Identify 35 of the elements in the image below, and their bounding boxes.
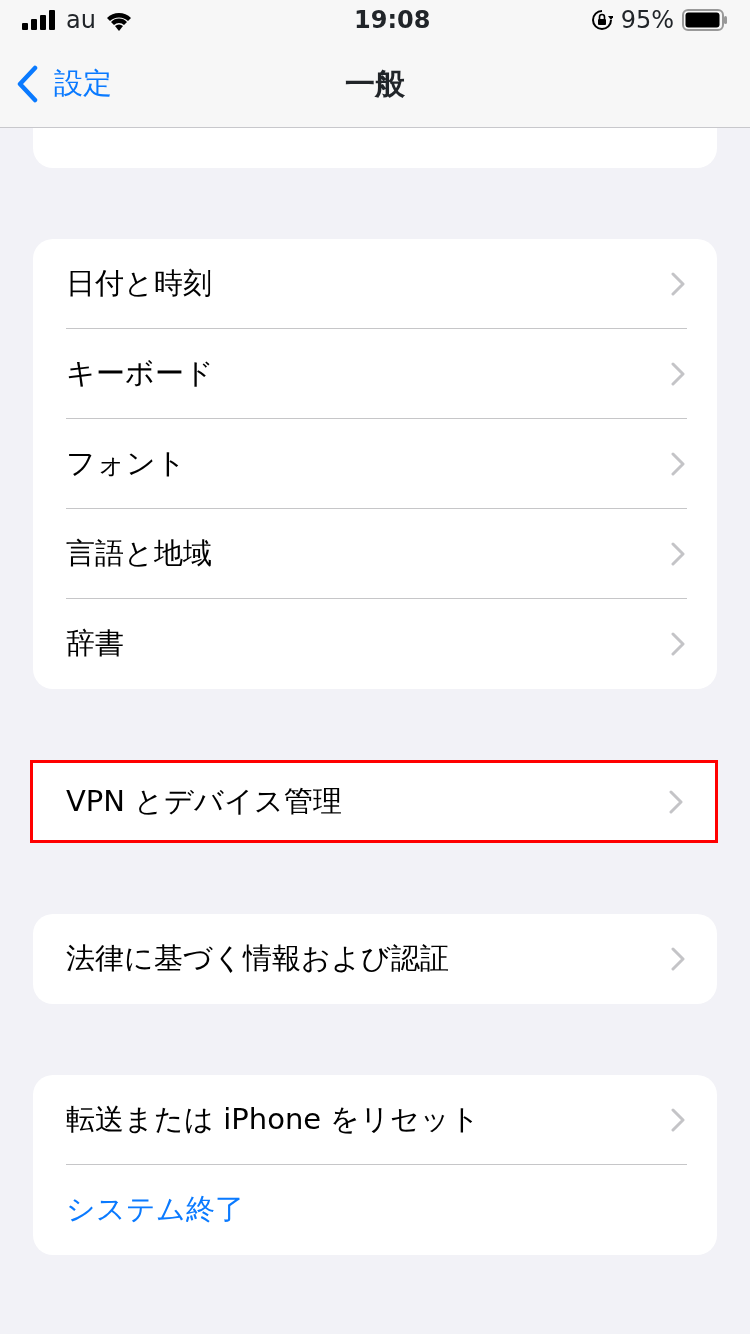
chevron-icon [671, 271, 685, 296]
signal-icon [22, 10, 58, 30]
settings-row[interactable]: 日付と時刻 [33, 239, 717, 329]
row-label: 言語と地域 [66, 534, 212, 572]
row-label: 辞書 [66, 625, 124, 663]
settings-row[interactable]: 法律に基づく情報および認証 [33, 914, 717, 1004]
row-label: 転送または iPhone をリセット [66, 1100, 481, 1138]
row-label: キーボード [66, 354, 214, 392]
carrier-name: au [66, 5, 96, 36]
chevron-icon [669, 789, 683, 814]
action-row[interactable]: システム終了 [33, 1165, 717, 1255]
settings-row[interactable]: 辞書 [33, 599, 717, 689]
status-time: 19:08 [354, 5, 431, 36]
rotation-lock-icon [590, 9, 613, 31]
settings-row[interactable]: 言語と地域 [33, 509, 717, 599]
back-chevron-icon [16, 64, 38, 103]
page-title: 一般 [345, 65, 405, 103]
chevron-icon [671, 451, 685, 476]
settings-row[interactable]: VPN とデバイス管理 [33, 763, 715, 840]
back-button[interactable]: 設定 [16, 61, 112, 106]
row-label: 法律に基づく情報および認証 [66, 940, 449, 978]
row-label: 日付と時刻 [66, 264, 212, 302]
chevron-icon [671, 361, 685, 386]
settings-row[interactable]: キーボード [33, 329, 717, 419]
row-label: フォント [66, 444, 186, 482]
battery-icon [682, 9, 728, 31]
row-label: VPN とデバイス管理 [66, 782, 343, 820]
chevron-icon [671, 1107, 685, 1132]
chevron-icon [671, 632, 685, 656]
settings-row[interactable]: 転送または iPhone をリセット [33, 1075, 717, 1165]
chevron-icon [671, 541, 685, 566]
settings-row[interactable]: フォント [33, 419, 717, 509]
battery-percent: 95% [620, 5, 674, 36]
chevron-icon [671, 947, 685, 971]
action-label: システム終了 [66, 1191, 244, 1229]
